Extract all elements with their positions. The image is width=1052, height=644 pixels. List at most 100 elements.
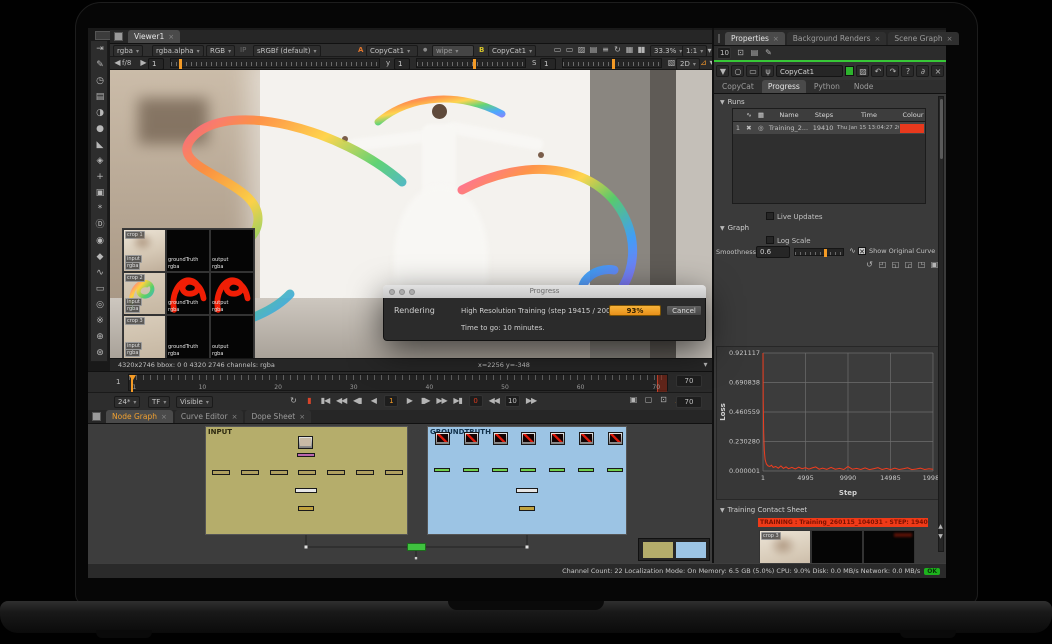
metadata-icon[interactable]: ◆ bbox=[91, 249, 109, 265]
panel-scrollbar-thumb[interactable] bbox=[940, 99, 943, 159]
deep-icon[interactable]: Ⓓ bbox=[91, 217, 109, 233]
views-icon[interactable]: ◉ bbox=[91, 233, 109, 249]
contact-tile-groundTruth[interactable]: groundTruthrgba bbox=[166, 315, 210, 358]
gain-slider[interactable] bbox=[170, 58, 380, 68]
read-node[interactable] bbox=[298, 436, 313, 449]
read-node[interactable] bbox=[435, 432, 450, 445]
play-forward-button[interactable]: ▶ bbox=[404, 396, 414, 406]
particles-icon[interactable]: * bbox=[91, 201, 109, 217]
max-panels-box[interactable]: 10 bbox=[717, 47, 731, 59]
refresh-icon[interactable]: ↻ bbox=[612, 45, 622, 55]
checker-background-icon[interactable]: ▤ bbox=[588, 45, 598, 55]
runs-column-colour[interactable]: Colour bbox=[901, 109, 925, 121]
output-node[interactable] bbox=[298, 506, 314, 511]
float-panel-icon[interactable]: ∂ bbox=[916, 65, 929, 77]
fast-backward-button[interactable]: ◀◀ bbox=[336, 396, 346, 406]
contact-tile-input[interactable]: crop 3inputrgba bbox=[759, 530, 811, 563]
ip-toggle[interactable]: IP bbox=[240, 46, 246, 54]
read-node[interactable] bbox=[493, 432, 508, 445]
fstop-prev-icon[interactable]: ◀ bbox=[112, 58, 122, 68]
copycat-node[interactable] bbox=[407, 543, 426, 551]
knob-defaults-icon[interactable]: ▨ bbox=[856, 65, 869, 77]
gamma-slider-handle[interactable] bbox=[473, 59, 476, 69]
runs-column-name[interactable]: Name bbox=[767, 109, 811, 121]
grade-node[interactable] bbox=[434, 468, 450, 472]
read-node[interactable] bbox=[464, 432, 479, 445]
contact-tile-input[interactable]: crop 2inputrgba bbox=[123, 272, 166, 315]
input-a-select[interactable]: CopyCat1▾ bbox=[366, 45, 418, 57]
curve-toggle-icon[interactable]: ∿ bbox=[847, 246, 857, 256]
contact-tile-output[interactable]: outputrgba bbox=[210, 229, 254, 272]
runs-column-steps[interactable]: Steps bbox=[811, 109, 837, 121]
close-icon[interactable]: × bbox=[773, 35, 779, 43]
node-name-field[interactable]: CopyCat1 bbox=[776, 65, 843, 77]
sat-slider[interactable] bbox=[562, 58, 662, 68]
tf-select[interactable]: TF▾ bbox=[148, 396, 170, 408]
pane-icon[interactable] bbox=[718, 34, 720, 43]
channel-select[interactable]: rgba▾ bbox=[113, 45, 143, 57]
display-select[interactable]: RGB▾ bbox=[206, 45, 235, 57]
wipe-select[interactable]: wipe▾ bbox=[432, 45, 474, 57]
view-mode-select[interactable]: 2D▾ bbox=[676, 58, 700, 70]
minimize-window-icon[interactable] bbox=[399, 289, 405, 295]
fps-select[interactable]: 24*▾ bbox=[114, 396, 140, 408]
wipe-dot-icon[interactable]: ● bbox=[423, 47, 427, 53]
lock-thumbnails-icon[interactable]: ⊡ bbox=[735, 48, 745, 58]
crop-node[interactable] bbox=[270, 470, 288, 475]
tab-progress[interactable]: Progress bbox=[762, 80, 806, 93]
scroll-up-icon[interactable]: ▲ bbox=[935, 522, 945, 532]
panel-scrollbar[interactable] bbox=[938, 96, 944, 552]
roi-select-icon[interactable]: ▧ bbox=[666, 58, 676, 68]
close-panel-icon[interactable]: × bbox=[931, 65, 944, 77]
undo-icon[interactable]: ↶ bbox=[871, 65, 884, 77]
collapse-panel-icon[interactable]: ▼ bbox=[716, 65, 729, 77]
layer-stack-icon[interactable]: ≡ bbox=[600, 45, 610, 55]
crop-node[interactable] bbox=[327, 470, 345, 475]
collapse-info-icon[interactable]: ▾ bbox=[700, 360, 710, 370]
read-node[interactable] bbox=[550, 432, 565, 445]
smoothness-slider-handle[interactable] bbox=[824, 249, 827, 257]
tab-properties[interactable]: Properties× bbox=[725, 32, 785, 45]
frame-decrement-button[interactable]: ◀◀ bbox=[489, 396, 499, 406]
fstop-next-icon[interactable]: ▶ bbox=[138, 58, 148, 68]
lock-timeline-icon[interactable]: ⊡ bbox=[658, 395, 668, 405]
close-icon[interactable]: × bbox=[232, 413, 238, 421]
ocio-icon[interactable]: ◎ bbox=[91, 297, 109, 313]
node-color-icon[interactable]: ○ bbox=[731, 65, 744, 77]
grade-node[interactable] bbox=[549, 468, 565, 472]
flipbook-icon[interactable]: ▣ bbox=[628, 395, 638, 405]
range-end-box[interactable]: 70 bbox=[676, 375, 702, 387]
graph-section-label[interactable]: ▼Graph bbox=[720, 224, 749, 232]
goto-start-button[interactable]: ▮◀ bbox=[320, 396, 330, 406]
reset-zoom-icon[interactable]: ↺ bbox=[864, 260, 874, 270]
render-icon[interactable]: ▢ bbox=[643, 395, 653, 405]
merge-icon[interactable]: ◈ bbox=[91, 153, 109, 169]
pause-icon[interactable]: ▮▮ bbox=[636, 45, 646, 55]
grade-node[interactable] bbox=[492, 468, 508, 472]
frame-increment-button[interactable]: ▶▶ bbox=[526, 396, 536, 406]
read-node[interactable] bbox=[579, 432, 594, 445]
fast-forward-button[interactable]: ▶▶ bbox=[436, 396, 446, 406]
live-updates-checkbox[interactable]: Live Updates bbox=[766, 212, 823, 221]
wipe-icon[interactable]: ▨ bbox=[576, 45, 586, 55]
crop-node[interactable] bbox=[298, 470, 316, 475]
timeline-ruler[interactable]: 110203040506070 bbox=[128, 374, 668, 391]
runs-table-row[interactable]: 1✖◎Training_2...19410Thu Jan 15 13:04:27… bbox=[733, 122, 925, 134]
wrench-icon[interactable]: ψ bbox=[761, 65, 774, 77]
appendclip-node[interactable] bbox=[295, 488, 317, 493]
read-node[interactable] bbox=[608, 432, 623, 445]
tab-python[interactable]: Python bbox=[808, 80, 846, 93]
tab-dope-sheet[interactable]: Dope Sheet× bbox=[245, 410, 311, 423]
gamma-slider[interactable] bbox=[416, 58, 526, 68]
close-icon[interactable]: × bbox=[875, 35, 881, 43]
shuffle-node[interactable] bbox=[297, 453, 315, 457]
scroll-down-icon[interactable]: ▼ bbox=[935, 532, 945, 542]
alpha-select[interactable]: rgba.alpha▾ bbox=[152, 45, 204, 57]
appendclip-node[interactable] bbox=[516, 488, 538, 493]
step-backward-button[interactable]: ◀▮ bbox=[352, 396, 362, 406]
close-icon[interactable]: × bbox=[299, 413, 305, 421]
nodegraph-canvas[interactable]: INPUT GROUNDTRUTH bbox=[88, 424, 712, 563]
contact-tile-output[interactable]: outputrgba bbox=[210, 272, 254, 315]
draw-icon[interactable]: ✎ bbox=[91, 57, 109, 73]
pane-icon[interactable] bbox=[92, 412, 101, 421]
